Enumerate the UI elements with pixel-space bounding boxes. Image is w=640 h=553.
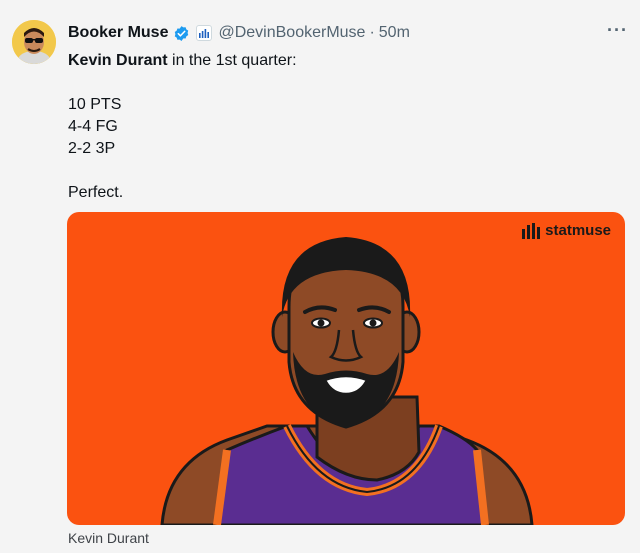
media-caption: Kevin Durant [68,530,149,546]
affiliate-badge-icon[interactable] [196,25,213,41]
stat-line: 2-2 3P [68,140,116,157]
stat-line: 10 PTS [68,96,122,113]
display-name[interactable]: Booker Muse [68,24,168,42]
more-options-icon[interactable]: ··· [607,20,628,41]
intro-rest: in the 1st quarter: [167,52,297,69]
handle[interactable]: @DevinBookerMuse [218,24,365,42]
media-card[interactable]: statmuse [67,212,625,525]
avatar[interactable] [12,20,56,64]
intro-line: Kevin Durant in the 1st quarter: [68,50,608,72]
stat-line: 4-4 FG [68,118,118,135]
separator-dot: · [369,24,375,41]
avatar-illustration [12,20,56,64]
closing-line: Perfect. [68,184,124,201]
mention: Kevin Durant [68,52,168,69]
player-illustration [160,237,534,525]
tweet-text: Kevin Durant in the 1st quarter: 10 PTS … [68,50,608,204]
verified-badge-icon [175,25,189,41]
timestamp[interactable]: 50m [379,24,410,42]
tweet-header: Booker Muse @DevinBookerMuse · 50m ··· [68,20,628,44]
